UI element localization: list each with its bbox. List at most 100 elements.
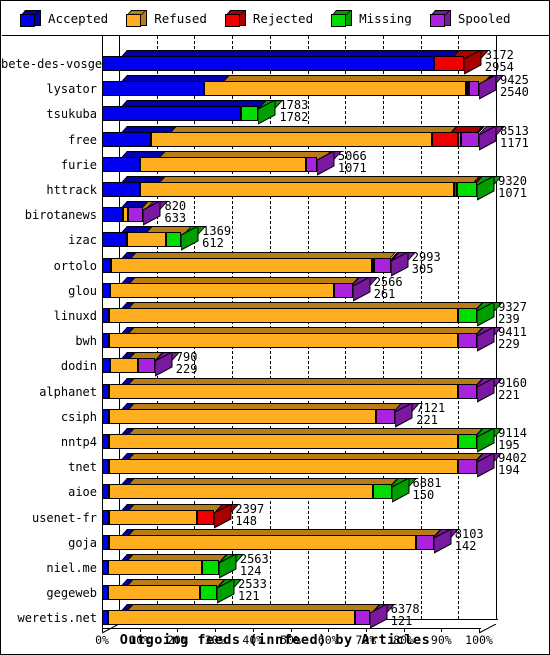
bar-end-cap <box>476 326 495 353</box>
bar-segment[interactable] <box>102 81 204 97</box>
bar-segment[interactable] <box>166 232 182 248</box>
bar-segment[interactable] <box>108 509 198 525</box>
legend-swatch-icon <box>224 10 246 27</box>
bar-segment[interactable] <box>354 610 370 626</box>
bar-segment[interactable] <box>102 333 109 349</box>
bar-segment[interactable] <box>102 484 109 500</box>
bar-segment[interactable] <box>109 282 334 298</box>
bar-segment[interactable] <box>102 509 109 525</box>
bar-segment[interactable] <box>416 534 434 550</box>
bar-end-cap <box>216 578 235 605</box>
x-tick-10 <box>139 627 141 632</box>
bar-segment[interactable] <box>139 156 306 172</box>
bar-segment[interactable] <box>102 56 434 71</box>
bar-end-cap <box>390 250 409 277</box>
bar-value-bottom: 229 <box>175 362 198 377</box>
bar-segment[interactable] <box>108 408 377 424</box>
bar-end-cap <box>218 553 237 579</box>
bar-segment[interactable] <box>102 282 110 298</box>
legend-item-rejected: Rejected <box>224 10 313 27</box>
bar-segment[interactable] <box>201 560 219 575</box>
bar-segment[interactable] <box>108 383 458 399</box>
bar-segment[interactable] <box>460 131 480 147</box>
legend-swatch-icon <box>331 10 353 27</box>
legend-item-spooled: Spooled <box>429 10 511 27</box>
bar-value-bottom: 148 <box>235 513 258 528</box>
bar-segment[interactable] <box>333 282 353 298</box>
bar-segment[interactable] <box>111 257 372 273</box>
bar-segment[interactable] <box>102 459 109 475</box>
bar-value-top: 2566 <box>373 274 403 289</box>
bar-segment[interactable] <box>457 182 478 197</box>
bar-segment[interactable] <box>108 308 458 323</box>
bar-end-cap <box>369 603 388 630</box>
bar-value-bottom: 239 <box>498 312 520 326</box>
bar-end-cap <box>463 49 482 75</box>
bar-segment[interactable] <box>241 106 259 122</box>
x-tick-40 <box>252 627 254 632</box>
bar-segment[interactable] <box>109 358 138 374</box>
bar-end-cap <box>180 225 199 252</box>
bar-segment[interactable] <box>102 232 127 248</box>
bar-segment[interactable] <box>128 207 144 223</box>
bar-segment[interactable] <box>457 383 478 399</box>
y-axis-label: linuxd <box>53 309 97 323</box>
x-tick-70 <box>365 627 367 632</box>
bar-end-cap <box>394 401 413 428</box>
legend-label: Missing <box>359 11 412 26</box>
bar-segment[interactable] <box>102 358 110 374</box>
bar-segment[interactable] <box>102 257 112 273</box>
bar-segment[interactable] <box>139 182 455 197</box>
bar-segment[interactable] <box>108 534 417 550</box>
bar-end-cap <box>476 452 495 479</box>
bar-segment[interactable] <box>200 585 217 601</box>
bar-segment[interactable] <box>108 459 459 475</box>
bar-segment[interactable] <box>102 383 109 399</box>
bar-segment[interactable] <box>126 232 167 248</box>
bar-segment[interactable] <box>433 56 464 71</box>
bar-segment[interactable] <box>107 585 200 601</box>
bar-value-bottom: 261 <box>373 286 396 301</box>
bar-segment[interactable] <box>102 434 109 449</box>
y-axis-label: bete-des-vosges <box>1 57 110 71</box>
bar-segment[interactable] <box>102 308 109 323</box>
x-tick-20 <box>177 627 179 632</box>
bar-end-cap <box>352 275 371 302</box>
bar-segment[interactable] <box>458 333 478 349</box>
bar-segment[interactable] <box>102 156 140 172</box>
bar-segment[interactable] <box>305 156 317 172</box>
x-tick-90 <box>441 627 443 632</box>
bar-segment[interactable] <box>431 131 459 147</box>
bar-segment[interactable] <box>108 484 373 500</box>
bar-segment[interactable] <box>457 434 478 449</box>
bar-segment[interactable] <box>107 610 355 626</box>
y-axis-label: httrack <box>46 183 97 197</box>
y-axis-label: csiph <box>60 409 97 424</box>
bar-segment[interactable] <box>102 182 140 197</box>
bar-end-cap <box>476 427 495 453</box>
bar-segment[interactable] <box>151 131 432 147</box>
bar-segment[interactable] <box>203 81 466 97</box>
bar-segment[interactable] <box>102 207 123 223</box>
bar-segment[interactable] <box>137 358 155 374</box>
bar-value-bottom: 195 <box>498 438 520 452</box>
y-axis-label: izac <box>68 233 97 248</box>
bar-segment[interactable] <box>372 484 392 500</box>
bar-segment[interactable] <box>373 257 391 273</box>
bar-segment[interactable] <box>102 131 151 147</box>
bar-segment[interactable] <box>102 534 109 550</box>
legend-label: Refused <box>154 11 207 26</box>
bar-value-bottom: 1071 <box>337 160 367 175</box>
bar-segment[interactable] <box>108 434 458 449</box>
bar-segment[interactable] <box>108 333 459 349</box>
bar-segment[interactable] <box>469 81 479 97</box>
plot-area: 0% 10% 20% 30% 40% 50% 60% 70% 80% 90% 100% bete-de… <box>1 36 550 655</box>
x-tick-100 <box>479 627 480 632</box>
bar-segment[interactable] <box>197 509 215 525</box>
bar-segment[interactable] <box>458 459 478 475</box>
bar-segment[interactable] <box>107 560 202 575</box>
bar-segment[interactable] <box>102 106 242 122</box>
bar-segment[interactable] <box>102 408 109 424</box>
bar-segment[interactable] <box>457 308 478 323</box>
bar-segment[interactable] <box>376 408 396 424</box>
